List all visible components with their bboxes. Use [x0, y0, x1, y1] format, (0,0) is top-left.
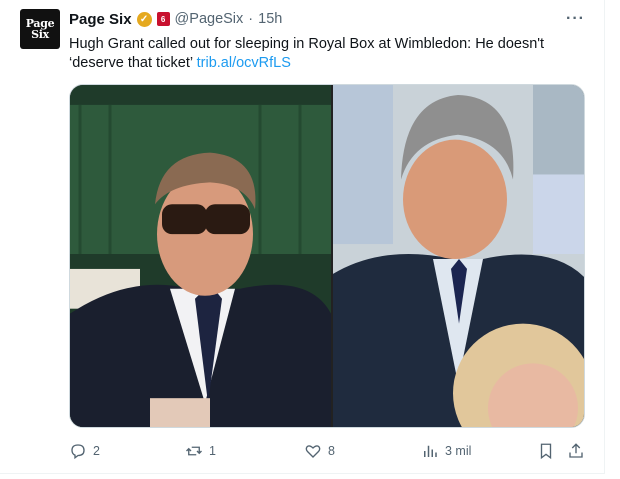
divider [0, 473, 605, 474]
share-icon [569, 443, 583, 458]
tweet-link[interactable]: trib.al/ocvRfLS [197, 55, 291, 71]
views-chart-icon [424, 445, 437, 457]
smiling-man-image [333, 85, 584, 427]
verified-badge-icon[interactable]: ✓ [136, 11, 152, 27]
reply-icon [71, 444, 85, 460]
views-button[interactable]: 3 mil [421, 441, 471, 461]
views-count: 3 mil [445, 444, 472, 458]
repost-button[interactable]: 1 [185, 441, 216, 461]
tweet-header: Page Six ✓ 6 @PageSix · 15h [69, 10, 282, 28]
tweet-body: Hugh Grant called out for sleeping in Ro… [69, 36, 545, 71]
author-handle[interactable]: @PageSix [175, 11, 244, 27]
timestamp[interactable]: 15h [258, 11, 282, 27]
photo-right[interactable] [333, 85, 584, 427]
repost-icon [186, 446, 202, 456]
reply-count: 2 [93, 444, 100, 458]
photo-left[interactable] [70, 85, 331, 427]
heart-icon [305, 445, 321, 458]
more-options-button[interactable]: ··· [566, 10, 585, 28]
media-grid [69, 84, 585, 428]
bookmark-icon [540, 443, 552, 460]
avatar[interactable]: Page Six [20, 9, 60, 49]
like-count: 8 [328, 444, 335, 458]
tweet-actions: 2 1 8 3 mil [69, 441, 585, 461]
tweet-text: Hugh Grant called out for sleeping in Ro… [69, 35, 579, 73]
share-button[interactable] [567, 441, 585, 461]
tweet[interactable]: Page Six Page Six ✓ 6 @PageSix · 15h ···… [0, 0, 620, 479]
separator-dot: · [248, 11, 254, 27]
repost-count: 1 [209, 444, 216, 458]
like-button[interactable]: 8 [304, 441, 335, 461]
sleeping-man-image [70, 85, 331, 427]
reply-button[interactable]: 2 [69, 441, 100, 461]
affiliate-badge-icon[interactable]: 6 [156, 12, 170, 26]
bookmark-button[interactable] [537, 441, 555, 461]
avatar-text-bottom: Six [31, 28, 49, 41]
divider [604, 0, 605, 474]
author-name[interactable]: Page Six [69, 11, 132, 28]
